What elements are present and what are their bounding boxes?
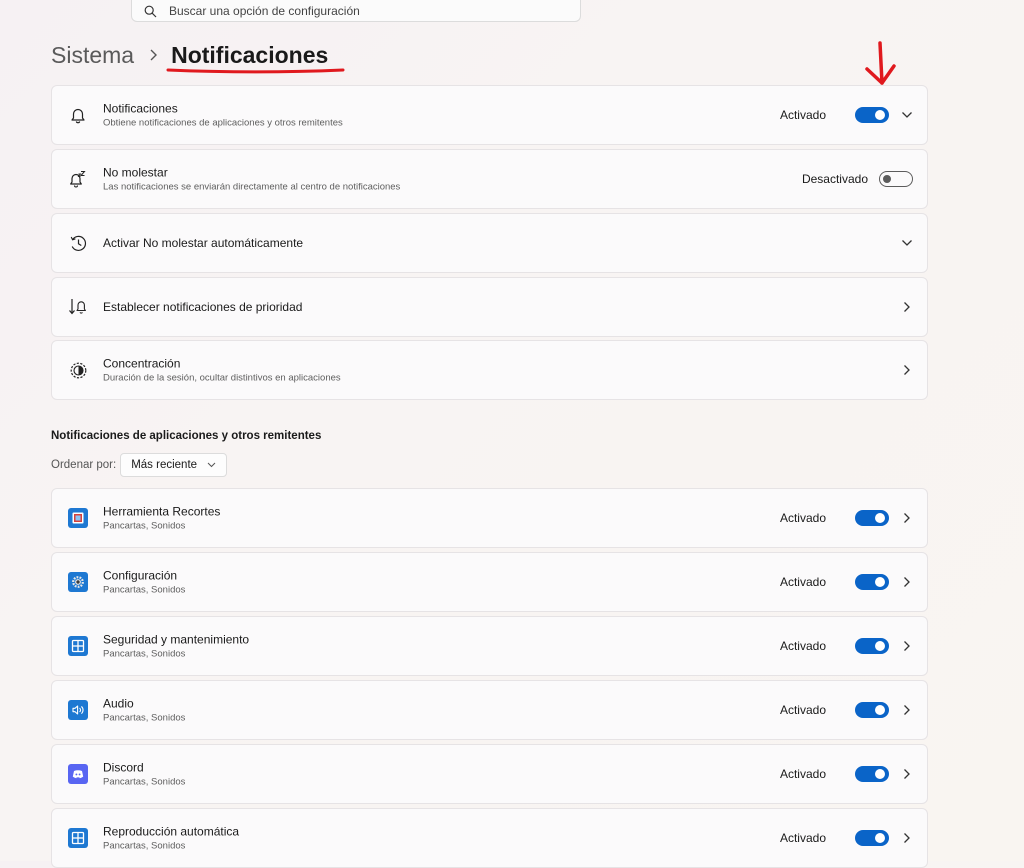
toggle-state-label: Activado — [779, 639, 826, 653]
search-box[interactable] — [131, 0, 581, 22]
red-arrow-annotation — [865, 41, 896, 85]
red-underline-annotation — [166, 68, 345, 74]
app-name: Reproducción automática — [103, 824, 240, 839]
breadcrumb-parent[interactable]: Sistema — [51, 42, 134, 69]
sort-dropdown[interactable]: Más reciente — [120, 453, 228, 477]
app-toggle[interactable] — [855, 638, 889, 654]
app-row-autoplay[interactable]: Reproducción automática Pancartas, Sonid… — [51, 808, 928, 868]
app-subtitle: Pancartas, Sonidos — [103, 584, 186, 596]
setting-title: Establecer notificaciones de prioridad — [103, 300, 303, 314]
section-title: Notificaciones de aplicaciones y otros r… — [51, 430, 322, 442]
chevron-right-icon[interactable] — [899, 510, 915, 526]
setting-title: No molestar — [103, 165, 168, 180]
chevron-down-icon[interactable] — [899, 235, 915, 251]
app-name: Discord — [103, 760, 144, 775]
setting-title: Concentración — [103, 356, 181, 371]
app-name: Audio — [103, 696, 134, 711]
setting-title: Notificaciones — [103, 101, 178, 116]
auto-do-not-disturb-card[interactable]: Activar No molestar automáticamente — [51, 213, 928, 273]
app-row-settings[interactable]: Configuración Pancartas, Sonidos Activad… — [51, 552, 928, 612]
app-subtitle: Pancartas, Sonidos — [103, 648, 186, 660]
chevron-right-icon — [149, 49, 158, 61]
chevron-right-icon[interactable] — [899, 766, 915, 782]
setting-title: Activar No molestar automáticamente — [103, 236, 304, 250]
search-icon — [144, 5, 157, 17]
app-toggle[interactable] — [855, 574, 889, 590]
do-not-disturb-card[interactable]: No molestar Las notificaciones se enviar… — [51, 149, 928, 209]
app-subtitle: Pancartas, Sonidos — [103, 520, 186, 532]
toggle-state-label: Activado — [779, 108, 826, 122]
app-row-snipping-tool[interactable]: Herramienta Recortes Pancartas, Sonidos … — [51, 488, 928, 548]
do-not-disturb-icon — [68, 169, 88, 189]
sort-row: Ordenar por: Más reciente — [51, 453, 228, 477]
app-toggle[interactable] — [855, 510, 889, 526]
chevron-right-icon[interactable] — [899, 830, 915, 846]
priority-notifications-card[interactable]: Establecer notificaciones de prioridad — [51, 277, 928, 337]
chevron-right-icon[interactable] — [899, 362, 915, 378]
snipping-tool-icon — [68, 508, 88, 528]
setting-subtitle: Las notificaciones se enviarán directame… — [103, 181, 401, 193]
app-name: Herramienta Recortes — [103, 504, 221, 519]
chevron-down-icon[interactable] — [899, 107, 915, 123]
chevron-right-icon[interactable] — [899, 702, 915, 718]
discord-icon — [68, 764, 88, 784]
toggle-state-label: Activado — [779, 767, 826, 781]
toggle-state-label: Activado — [779, 511, 826, 525]
app-subtitle: Pancartas, Sonidos — [103, 712, 186, 724]
chevron-right-icon[interactable] — [899, 299, 915, 315]
app-subtitle: Pancartas, Sonidos — [103, 776, 186, 788]
app-row-discord[interactable]: Discord Pancartas, Sonidos Activado — [51, 744, 928, 804]
app-toggle[interactable] — [855, 830, 889, 846]
app-name: Configuración — [103, 568, 178, 583]
audio-icon — [68, 700, 88, 720]
toggle-state-label: Activado — [779, 703, 826, 717]
focus-icon — [68, 360, 88, 380]
toggle-state-label: Desactivado — [801, 172, 868, 186]
priority-bell-icon — [68, 297, 88, 317]
autoplay-icon — [68, 828, 88, 848]
app-row-security-maintenance[interactable]: Seguridad y mantenimiento Pancartas, Son… — [51, 616, 928, 676]
search-input[interactable] — [169, 4, 549, 18]
focus-card[interactable]: Concentración Duración de la sesión, ocu… — [51, 340, 928, 400]
setting-subtitle: Obtiene notificaciones de aplicaciones y… — [103, 117, 343, 129]
setting-subtitle: Duración de la sesión, ocultar distintiv… — [103, 372, 341, 384]
security-maintenance-icon — [68, 636, 88, 656]
notifications-card[interactable]: Notificaciones Obtiene notificaciones de… — [51, 85, 928, 145]
chevron-right-icon[interactable] — [899, 574, 915, 590]
chevron-right-icon[interactable] — [899, 638, 915, 654]
app-toggle[interactable] — [855, 766, 889, 782]
sort-label: Ordenar por: — [51, 459, 117, 471]
notifications-toggle[interactable] — [855, 107, 889, 123]
app-name: Seguridad y mantenimiento — [103, 632, 250, 647]
clock-icon — [68, 233, 88, 253]
toggle-state-label: Activado — [779, 831, 826, 845]
app-row-audio[interactable]: Audio Pancartas, Sonidos Activado — [51, 680, 928, 740]
app-toggle[interactable] — [855, 702, 889, 718]
chevron-down-icon — [207, 462, 216, 468]
do-not-disturb-toggle[interactable] — [879, 171, 913, 187]
settings-gear-icon — [68, 572, 88, 592]
bell-icon — [68, 105, 88, 125]
toggle-state-label: Activado — [779, 575, 826, 589]
sort-selected-value: Más reciente — [131, 459, 198, 471]
app-subtitle: Pancartas, Sonidos — [103, 840, 186, 852]
